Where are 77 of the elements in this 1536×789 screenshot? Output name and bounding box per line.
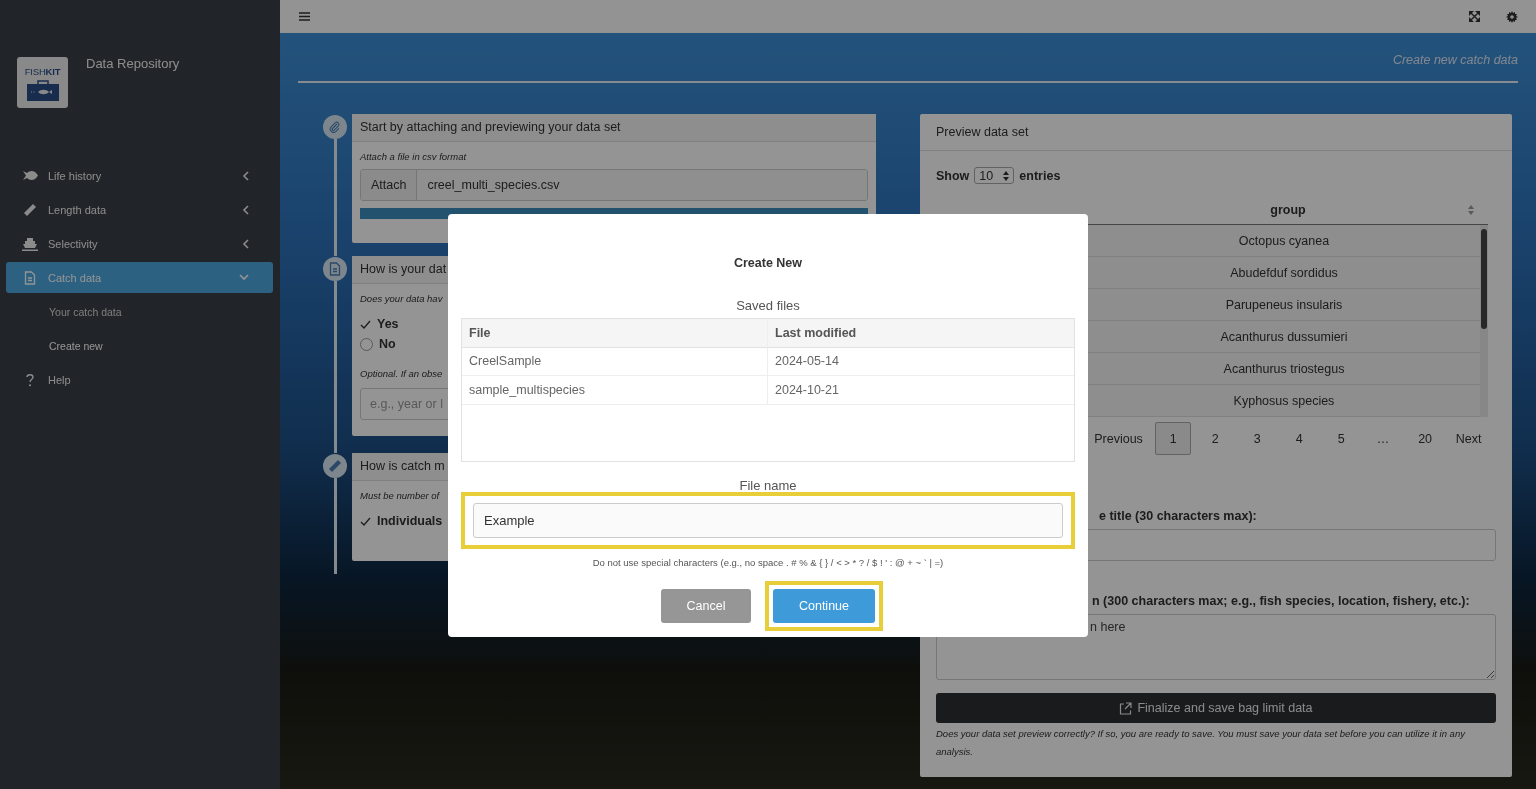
file-name-field[interactable]: Example — [473, 503, 1063, 538]
check-icon[interactable] — [360, 516, 371, 526]
ruler-icon — [23, 202, 37, 217]
page-link[interactable]: 3 — [1239, 422, 1276, 455]
toolbox-icon — [25, 80, 60, 102]
submenu-item[interactable]: Your catch data — [0, 296, 280, 327]
ruler-icon — [328, 459, 342, 473]
column-header: Last modified — [768, 319, 1074, 348]
field-hint: Does your data hav — [360, 293, 443, 304]
page-link[interactable]: 4 — [1281, 422, 1318, 455]
field-label: e title (30 characters max): — [1099, 509, 1258, 523]
table-cell: 2024-05-14 — [768, 347, 1074, 376]
sidebar-item[interactable]: Selectivity — [6, 228, 273, 259]
help-text: Does your data set preview correctly? If so, you are ready to save. You must save your data set before you can utilize it in any analysis. — [936, 727, 1467, 759]
table-cell: CreelSample — [462, 347, 768, 376]
page-link[interactable]: 5 — [1323, 422, 1360, 455]
table-cell: Parupeneus insularis — [1088, 289, 1480, 321]
entries-label: entries — [1019, 168, 1061, 183]
file-icon — [24, 270, 36, 285]
page-link[interactable]: 1 — [1155, 422, 1192, 455]
page-link[interactable]: Next — [1449, 422, 1488, 455]
page-size-select[interactable]: 10 — [974, 167, 1015, 184]
menu-icon[interactable] — [299, 12, 310, 21]
field-hint: Attach a file in csv format — [360, 151, 467, 162]
panel-title: Preview data set — [920, 114, 1512, 151]
chevron-left-icon — [242, 204, 249, 215]
field-label: File name — [739, 478, 797, 492]
page-link[interactable]: … — [1365, 422, 1402, 455]
page-link[interactable]: Previous — [1088, 422, 1150, 455]
field-hint: Do not use special characters (e.g., no space . # % & { } / < > * ? / $ ! ' : @ + ~ ` | =) — [592, 557, 944, 568]
field-label: n (300 characters max; e.g., fish species, location, fishery, etc.): — [1092, 594, 1471, 608]
field-hint: Must be number of — [360, 490, 440, 501]
sidebar-item[interactable]: Help — [6, 364, 273, 395]
app-title: Data Repository — [86, 56, 180, 73]
column-header: File — [462, 319, 768, 348]
ship-icon — [22, 236, 38, 251]
chevron-left-icon — [242, 238, 249, 249]
logo-text: FISHKIT — [24, 66, 61, 77]
help-icon — [25, 372, 35, 387]
continue-button[interactable]: Continue — [773, 589, 875, 623]
page-title: Create new catch data — [1391, 52, 1518, 69]
table-cell: 2024-10-21 — [768, 376, 1074, 405]
description-field[interactable]: n here — [936, 614, 1496, 680]
settings-icon[interactable] — [1506, 10, 1518, 23]
file-icon — [329, 262, 341, 276]
option-label: Individuals — [377, 514, 443, 528]
page-link[interactable]: 2 — [1197, 422, 1234, 455]
show-label: Show — [936, 168, 970, 183]
table-cell: Acanthurus dussumieri — [1088, 321, 1480, 353]
option-label: Yes — [377, 317, 399, 331]
field-hint: Optional. If an obse — [360, 368, 443, 379]
fish-icon — [21, 170, 39, 181]
scrollbar-thumb[interactable] — [1481, 229, 1487, 329]
dialog-title: Create New — [733, 256, 803, 270]
chevron-left-icon — [242, 170, 249, 181]
option-label: No — [379, 337, 396, 351]
sort-icon — [1003, 170, 1010, 181]
submenu-item[interactable]: Create new — [0, 330, 280, 361]
cancel-button[interactable]: Cancel — [661, 589, 751, 623]
sort-icon — [1468, 205, 1474, 215]
table-cell: Kyphosus species — [1088, 385, 1480, 417]
share-icon — [1119, 701, 1133, 715]
table-cell: sample_multispecies — [462, 376, 768, 405]
check-icon[interactable] — [360, 319, 371, 329]
sidebar-item[interactable]: Life history — [6, 160, 273, 191]
fullscreen-icon[interactable] — [1469, 11, 1480, 22]
table-cell: Acanthurus triostegus — [1088, 353, 1480, 385]
card-title: Start by attaching and previewing your data set — [352, 114, 876, 142]
save-button[interactable]: Finalize and save bag limit data — [936, 693, 1496, 723]
paperclip-icon — [329, 121, 341, 133]
table-cell: Octopus cyanea — [1088, 225, 1480, 257]
section-label: Saved files — [736, 298, 800, 313]
sidebar-item[interactable]: Length data — [6, 194, 273, 225]
radio-icon[interactable] — [360, 337, 373, 351]
chevron-down-icon — [239, 274, 249, 281]
table-cell: Abudefduf sordidus — [1088, 257, 1480, 289]
page-link[interactable]: 20 — [1407, 422, 1444, 455]
